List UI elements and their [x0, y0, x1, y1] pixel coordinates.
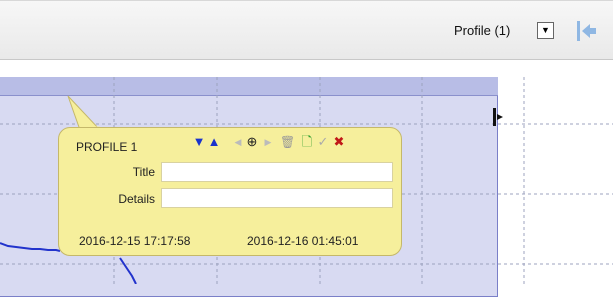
details-field[interactable]: [161, 188, 393, 208]
series-line: [0, 242, 61, 252]
move-down-icon[interactable]: ▼: [192, 134, 206, 150]
series-line-segment: [119, 257, 137, 284]
previous-icon[interactable]: ◀: [231, 134, 245, 150]
collapse-left-icon[interactable]: [574, 19, 598, 43]
next-icon[interactable]: ▶: [261, 134, 275, 150]
title-label: Title: [132, 165, 155, 179]
delete-icon[interactable]: 🗑: [280, 134, 295, 150]
close-icon[interactable]: ✖: [332, 134, 346, 150]
start-time: 2016-12-15 17:17:58: [79, 234, 191, 248]
range-end-handle-icon[interactable]: [491, 108, 505, 126]
title-field[interactable]: [161, 162, 393, 182]
move-up-icon[interactable]: ▲: [207, 134, 221, 150]
zoom-icon[interactable]: ⊕: [245, 134, 259, 150]
profile-popup: PROFILE 1 ▼ ▲ ◀ ⊕ ▶ 🗑 🗋 ✓ ✖ Title Detail…: [58, 127, 402, 256]
toolbar: Profile (1) ▼: [0, 0, 613, 60]
popup-title: PROFILE 1: [76, 140, 138, 154]
profile-select-label[interactable]: Profile (1): [454, 23, 510, 38]
profile-dropdown-button[interactable]: ▼: [537, 22, 554, 39]
details-label: Details: [118, 192, 155, 206]
end-time: 2016-12-16 01:45:01: [247, 234, 359, 248]
new-icon[interactable]: 🗋: [300, 134, 314, 150]
confirm-icon[interactable]: ✓: [316, 134, 330, 150]
